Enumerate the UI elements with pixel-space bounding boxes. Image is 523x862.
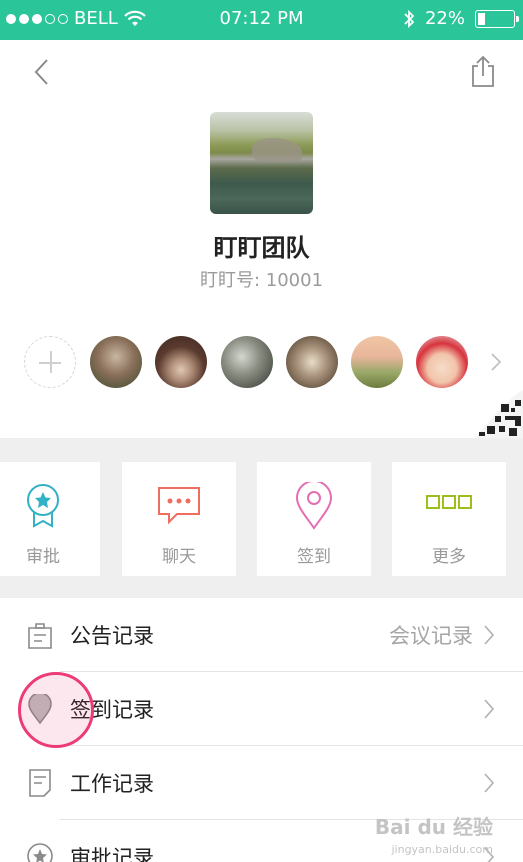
- tile-chat[interactable]: 聊天: [122, 462, 236, 576]
- avatar-rock-shape: [252, 138, 302, 162]
- plus-icon[interactable]: [24, 336, 76, 388]
- touch-indicator: [18, 672, 94, 748]
- watermark: Bai du 经验: [374, 815, 493, 839]
- chevron-right-icon: [484, 625, 495, 645]
- list-item-label: 公告记录: [70, 624, 154, 648]
- tile-more[interactable]: 更多: [392, 462, 506, 576]
- watermark-url: jingyan.baidu.com: [391, 843, 493, 856]
- more-squares-icon: [426, 495, 472, 509]
- battery-level-fill: [478, 12, 486, 25]
- tile-label: 聊天: [162, 547, 196, 567]
- battery-icon: [475, 9, 519, 28]
- team-profile-header: 盯盯团队 盯盯号: 10001: [0, 40, 523, 438]
- team-name: 盯盯团队: [213, 234, 310, 262]
- list-item-notice-records[interactable]: 公告记录 会议记录: [0, 598, 523, 671]
- star-badge-icon: [27, 843, 53, 862]
- list-item-label: 工作记录: [70, 772, 154, 796]
- tile-checkin[interactable]: 签到: [257, 462, 371, 576]
- chevron-right-icon: [484, 699, 495, 719]
- status-right: 22%: [403, 8, 519, 29]
- tile-label: 审批: [26, 547, 60, 567]
- chevron-left-icon[interactable]: [28, 56, 56, 88]
- member-avatar[interactable]: [286, 336, 338, 388]
- chat-bubble-icon: [158, 487, 200, 525]
- approval-badge-icon: [27, 484, 59, 528]
- list-item-work-records[interactable]: 工作记录: [0, 746, 523, 819]
- status-bar: BELL 07:12 PM 22%: [0, 0, 523, 40]
- member-avatar[interactable]: [90, 336, 142, 388]
- battery-percent: 22%: [424, 8, 465, 29]
- team-avatar[interactable]: [210, 112, 313, 214]
- location-pin-icon: [295, 482, 333, 530]
- tile-approval[interactable]: 审批: [0, 462, 100, 576]
- notice-icon: [28, 623, 52, 649]
- qr-code-icon[interactable]: [471, 386, 523, 438]
- member-avatar[interactable]: [221, 336, 273, 388]
- tile-label: 更多: [432, 547, 466, 567]
- tile-label: 签到: [297, 547, 331, 567]
- member-avatar[interactable]: [416, 336, 468, 388]
- member-avatar[interactable]: [155, 336, 207, 388]
- member-avatar[interactable]: [351, 336, 403, 388]
- document-icon: [29, 769, 51, 797]
- chevron-right-icon: [484, 773, 495, 793]
- team-id: 盯盯号: 10001: [199, 270, 324, 291]
- chevron-right-icon[interactable]: [488, 348, 504, 376]
- list-item-label: 审批记录: [70, 846, 154, 862]
- feature-tiles: 审批 聊天 签到 更多: [0, 462, 523, 576]
- member-strip: [24, 336, 504, 390]
- share-icon[interactable]: [469, 54, 497, 88]
- bluetooth-icon: [404, 9, 415, 28]
- list-item-value: 会议记录: [389, 624, 473, 648]
